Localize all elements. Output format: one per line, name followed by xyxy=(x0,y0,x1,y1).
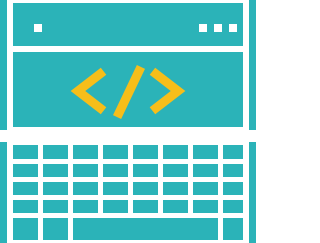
titlebar-dot-icon xyxy=(34,24,42,32)
browser-window xyxy=(0,0,256,133)
window-frame xyxy=(0,0,256,130)
key-column-separator xyxy=(68,181,73,195)
key-column-separator xyxy=(158,145,163,159)
key-column-separator xyxy=(188,181,193,195)
titlebar-separator xyxy=(10,46,246,52)
key-column-separator xyxy=(128,181,133,195)
key-column-separator xyxy=(218,145,223,159)
key-row-separator xyxy=(10,213,246,218)
key-column-separator xyxy=(98,199,103,213)
key-column-separator xyxy=(158,181,163,195)
key-column-separator xyxy=(68,217,73,243)
key-column-separator xyxy=(98,145,103,159)
key-column-separator xyxy=(158,199,163,213)
key-column-separator xyxy=(218,199,223,213)
key-column-separator xyxy=(218,181,223,195)
key-column-separator xyxy=(38,145,43,159)
titlebar-dot-icon xyxy=(214,24,222,32)
titlebar-dot-icon xyxy=(229,24,237,32)
code-window-keyboard-illustration xyxy=(0,0,256,243)
titlebar-dot-icon xyxy=(199,24,207,32)
key-column-separator xyxy=(38,217,43,243)
key-column-separator xyxy=(128,145,133,159)
key-column-separator xyxy=(68,145,73,159)
key-column-separator xyxy=(218,217,223,243)
keyboard xyxy=(0,139,256,243)
key-column-separator xyxy=(38,163,43,177)
key-column-separator xyxy=(98,181,103,195)
key-column-separator xyxy=(188,199,193,213)
key-column-separator xyxy=(68,199,73,213)
key-column-separator xyxy=(158,163,163,177)
key-column-separator xyxy=(188,145,193,159)
key-column-separator xyxy=(38,199,43,213)
key-column-separator xyxy=(128,163,133,177)
key-column-separator xyxy=(98,163,103,177)
key-column-separator xyxy=(188,163,193,177)
key-column-separator xyxy=(128,199,133,213)
key-column-separator xyxy=(68,163,73,177)
key-column-separator xyxy=(38,181,43,195)
illustration-svg xyxy=(0,0,256,243)
key-column-separator xyxy=(218,163,223,177)
